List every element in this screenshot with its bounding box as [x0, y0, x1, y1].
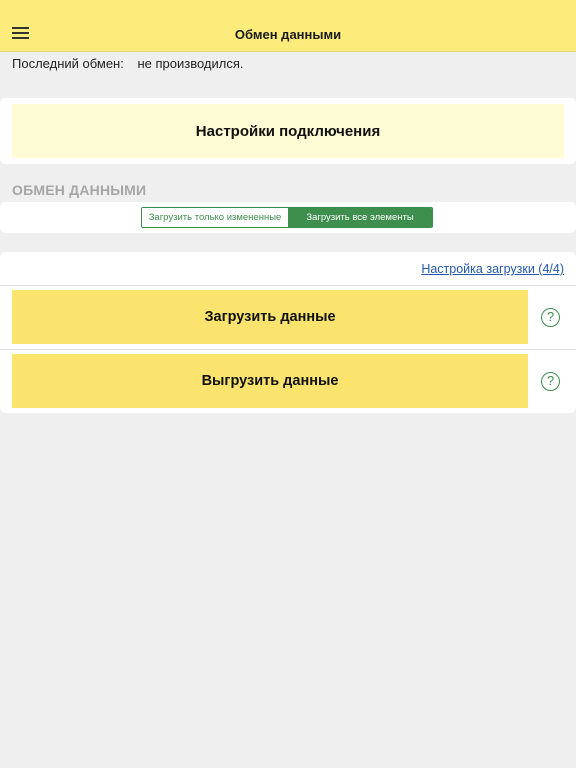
exchange-mode-card: Загрузить только измененные Загрузить вс… — [0, 202, 576, 233]
last-exchange-value: не производился. — [137, 56, 244, 71]
mode-option-all-elements[interactable]: Загрузить все элементы — [288, 208, 432, 227]
exchange-section-title: ОБМЕН ДАННЫМИ — [12, 182, 147, 198]
connection-card: Настройки подключения — [0, 98, 576, 164]
last-exchange-label: Последний обмен: — [12, 56, 124, 71]
upload-help-icon[interactable]: ? — [541, 372, 560, 391]
download-data-button[interactable]: Загрузить данные — [12, 290, 528, 344]
exchange-mode-switch: Загрузить только измененные Загрузить вс… — [141, 207, 433, 228]
divider — [0, 285, 576, 286]
connection-settings-button[interactable]: Настройки подключения — [12, 104, 564, 158]
download-help-icon[interactable]: ? — [541, 308, 560, 327]
exchange-actions-card: Настройка загрузки (4/4) Загрузить данны… — [0, 252, 576, 413]
upload-data-button[interactable]: Выгрузить данные — [12, 354, 528, 408]
last-exchange-status: Последний обмен: не производился. — [12, 56, 244, 71]
load-settings-link[interactable]: Настройка загрузки (4/4) — [421, 262, 564, 276]
mode-option-changed-only[interactable]: Загрузить только измененные — [142, 208, 288, 227]
top-bar: Обмен данными — [0, 0, 576, 52]
page-title: Обмен данными — [234, 27, 342, 42]
divider — [0, 349, 576, 350]
